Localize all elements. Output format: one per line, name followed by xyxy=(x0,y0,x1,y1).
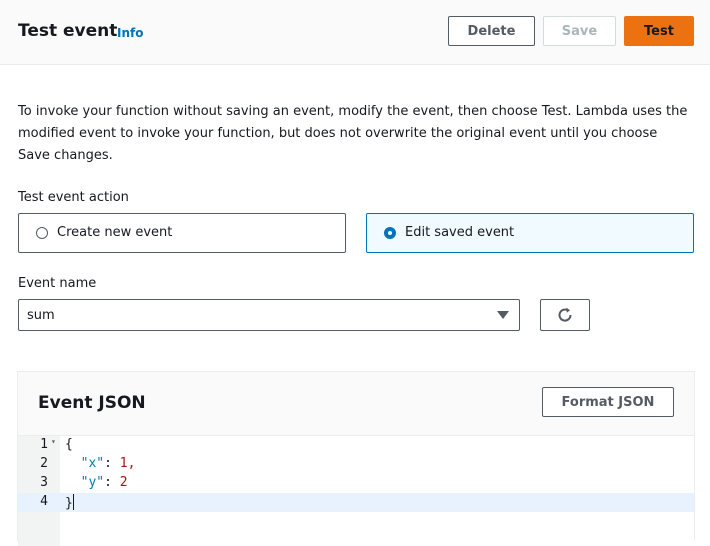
radio-button-icon[interactable] xyxy=(36,227,48,239)
code-text-value: } xyxy=(65,496,73,511)
caret-down-icon xyxy=(497,311,509,319)
test-event-action-label: Test event action xyxy=(18,190,129,205)
json-value: 2 xyxy=(119,475,128,490)
event-json-title: Event JSON xyxy=(38,393,146,413)
description-text: To invoke your function without saving a… xyxy=(18,104,688,163)
event-name-label: Event name xyxy=(18,276,97,291)
code-text: "x": 1, xyxy=(80,456,136,471)
code-text: "y": 2 xyxy=(80,475,128,490)
json-value: 1, xyxy=(119,456,136,471)
line-number: 1 xyxy=(40,437,48,452)
text-cursor xyxy=(72,494,74,510)
line-number: 3 xyxy=(40,475,48,490)
radio-label: Edit saved event xyxy=(405,225,515,240)
json-key: "x" xyxy=(80,456,105,471)
info-link[interactable]: Info xyxy=(117,26,143,40)
page-title: Test event xyxy=(18,21,118,41)
event-name-value: sum xyxy=(27,308,55,323)
code-line: 1 ▾ { xyxy=(18,436,694,455)
json-key: "y" xyxy=(80,475,105,490)
code-editor[interactable]: 1 ▾ { 2 "x": 1, 3 "y": 2 4 } xyxy=(18,435,694,546)
code-line: 2 "x": 1, xyxy=(18,455,694,474)
code-text: { xyxy=(65,437,73,452)
panel-header: Test event Info Delete Save Test xyxy=(0,0,710,65)
code-text: } xyxy=(65,494,74,511)
event-name-select[interactable]: sum xyxy=(18,299,520,331)
fold-toggle-icon[interactable]: ▾ xyxy=(51,437,56,446)
radio-button-selected-icon[interactable] xyxy=(384,227,396,239)
radio-edit-saved-event[interactable]: Edit saved event xyxy=(366,213,694,253)
save-button[interactable]: Save xyxy=(543,16,616,46)
test-button[interactable]: Test xyxy=(624,16,694,46)
line-number: 2 xyxy=(40,456,48,471)
code-line-active: 4 } xyxy=(18,493,694,512)
event-json-panel: Event JSON Format JSON 1 ▾ { 2 "x": 1, 3… xyxy=(17,371,695,546)
delete-button[interactable]: Delete xyxy=(448,16,535,46)
refresh-button[interactable] xyxy=(540,299,590,331)
format-json-button[interactable]: Format JSON xyxy=(542,387,674,417)
code-line: 3 "y": 2 xyxy=(18,474,694,493)
refresh-icon xyxy=(558,307,572,322)
radio-label: Create new event xyxy=(57,225,173,240)
line-number: 4 xyxy=(40,494,48,509)
radio-create-new-event[interactable]: Create new event xyxy=(18,213,346,253)
